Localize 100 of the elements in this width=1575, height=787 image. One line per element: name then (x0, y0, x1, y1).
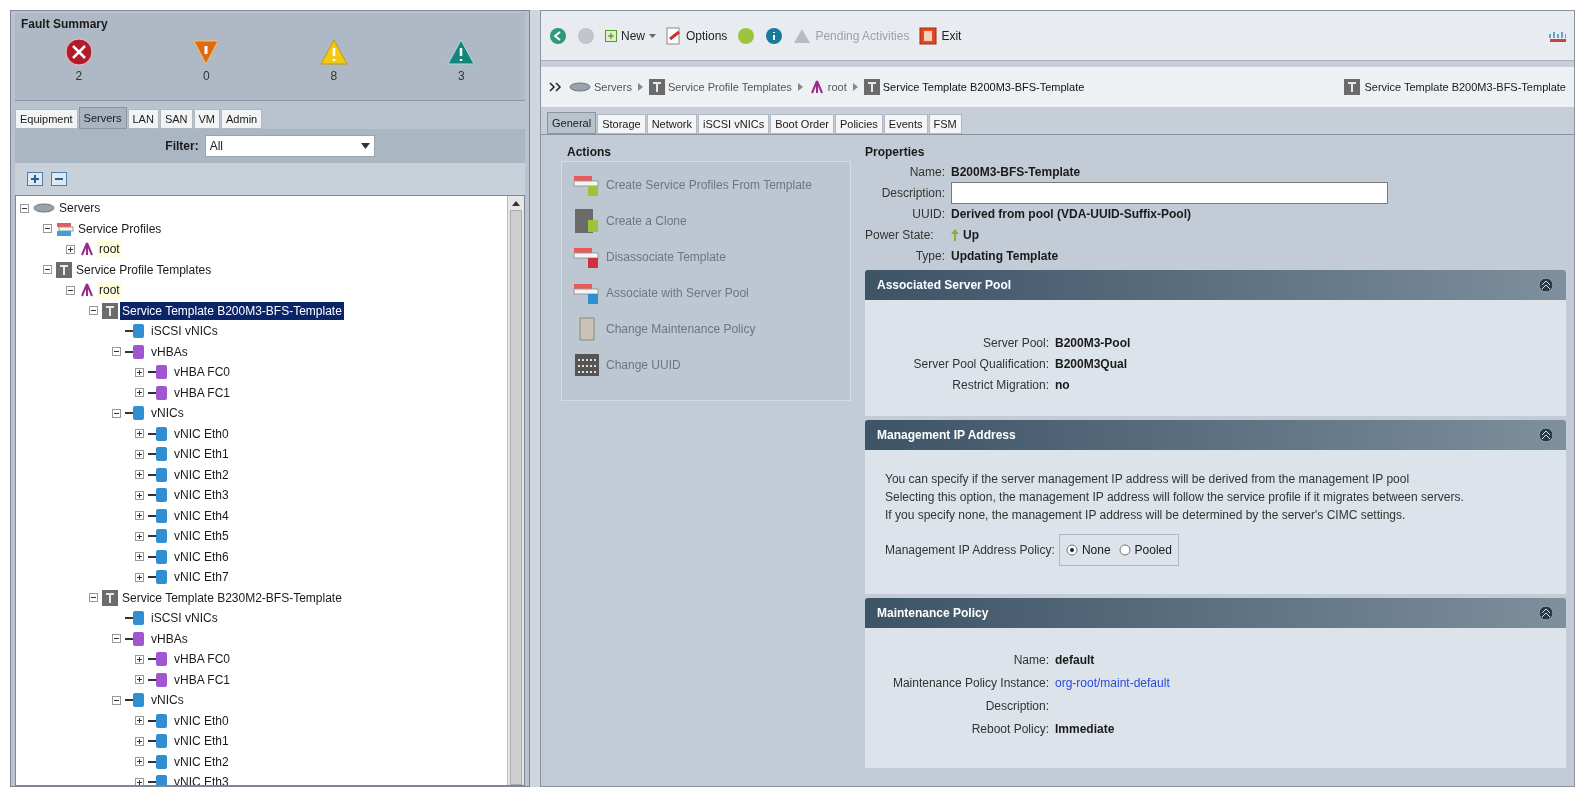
nav-tab[interactable]: VM (193, 109, 221, 129)
expand-icon[interactable] (66, 244, 75, 254)
toolbar-button[interactable]: Exit (919, 26, 962, 45)
breadcrumb-link[interactable]: Service Template B200M3-BFS-Template (863, 78, 1085, 96)
tree-item[interactable]: vNIC Eth0 (172, 711, 231, 730)
content-tab[interactable]: Policies (834, 114, 883, 134)
tree-item[interactable]: vNIC Eth0 (172, 424, 231, 443)
tree-item[interactable]: Service Template B230M2-BFS-Template (120, 588, 344, 607)
nav-tab[interactable]: SAN (159, 109, 193, 129)
tree-item[interactable]: vNIC Eth3 (172, 486, 231, 505)
expand-icon[interactable] (135, 449, 144, 459)
filter-dropdown[interactable]: All (204, 135, 375, 157)
expand-icon[interactable] (135, 675, 144, 685)
content-tab[interactable]: FSM (928, 114, 962, 134)
collapse-section-icon[interactable] (1538, 605, 1554, 621)
content-tab[interactable]: Boot Order (770, 114, 834, 134)
breadcrumb-link[interactable]: Servers (569, 78, 632, 96)
tree-item[interactable]: vHBA FC0 (172, 650, 232, 669)
tree-item[interactable]: vHBAs (149, 342, 190, 361)
field-label: Name: (1012, 651, 1050, 669)
content-tab[interactable]: iSCSI vNICs (698, 114, 770, 134)
collapse-section-icon[interactable] (1538, 277, 1554, 293)
filter-label: Filter: (165, 138, 199, 155)
policy-link[interactable]: org-root/maint-default (1055, 673, 1170, 692)
tree-item[interactable]: root (97, 281, 122, 300)
expand-icon[interactable] (135, 367, 144, 377)
tree-item[interactable]: vNIC Eth2 (172, 465, 231, 484)
tree-item[interactable]: iSCSI vNICs (149, 322, 220, 341)
tree-item[interactable]: vHBAs (149, 629, 190, 648)
toolbar-button[interactable]: New (605, 26, 656, 45)
org-tree-icon (79, 241, 95, 258)
expand-all-icon[interactable] (27, 172, 43, 186)
collapse-all-icon[interactable] (51, 172, 67, 186)
collapse-icon[interactable] (20, 203, 29, 213)
toolbar-button[interactable] (549, 26, 567, 45)
collapse-icon[interactable] (43, 265, 52, 275)
collapse-icon[interactable] (66, 285, 75, 295)
tree-item[interactable]: vHBA FC1 (172, 383, 232, 402)
tree-item[interactable]: vHBA FC1 (172, 670, 232, 689)
expand-icon[interactable] (135, 736, 144, 746)
expand-icon[interactable] (135, 429, 144, 439)
expand-icon[interactable] (135, 531, 144, 541)
tree-item[interactable]: Service Profile Templates (74, 260, 214, 279)
expand-icon[interactable] (135, 388, 144, 398)
collapse-icon[interactable] (112, 347, 121, 357)
tree-item[interactable]: Service Template B200M3-BFS-Template (120, 301, 344, 320)
nav-tab[interactable]: Equipment (15, 109, 78, 129)
template-icon (648, 79, 665, 95)
expand-icon[interactable] (135, 777, 144, 785)
tree-item[interactable]: vNIC Eth7 (172, 568, 231, 587)
network-adapter-icon (148, 466, 170, 483)
tree-item[interactable]: Servers (57, 199, 103, 218)
tree-item[interactable]: root (97, 240, 122, 259)
collapse-icon[interactable] (112, 634, 121, 644)
expand-icon[interactable] (135, 716, 144, 726)
expand-icon[interactable] (135, 490, 144, 500)
content-tab[interactable]: Storage (597, 114, 646, 134)
expand-icon[interactable] (135, 470, 144, 480)
nav-tab[interactable]: Servers (78, 107, 127, 129)
nav-tab[interactable]: Admin (221, 109, 263, 129)
radio-empty-icon[interactable] (1118, 544, 1131, 556)
expand-icon[interactable] (135, 552, 144, 562)
collapse-icon[interactable] (43, 224, 52, 234)
tree-item[interactable]: iSCSI vNICs (149, 609, 220, 628)
tree-item[interactable]: vNIC Eth6 (172, 547, 231, 566)
radio-option[interactable]: None (1065, 541, 1111, 559)
breadcrumb-link[interactable]: Service Profile Templates (648, 78, 792, 96)
collapse-icon[interactable] (112, 695, 121, 705)
description-field[interactable] (951, 181, 1388, 204)
field-value: default (1055, 651, 1095, 669)
expand-icon[interactable] (135, 572, 144, 582)
tree-item[interactable]: Service Profiles (76, 219, 164, 238)
expand-icon[interactable] (135, 654, 144, 664)
tree-item[interactable]: vNIC Eth1 (172, 445, 231, 464)
tree-item[interactable]: vNICs (149, 404, 186, 423)
nav-tab[interactable]: LAN (127, 109, 159, 129)
section-title: Properties (865, 144, 926, 161)
content-tab[interactable]: Network (646, 114, 697, 134)
collapse-icon[interactable] (89, 306, 98, 316)
content-tab[interactable]: Events (883, 114, 928, 134)
network-adapter-icon (148, 425, 170, 442)
breadcrumb-link[interactable]: root (808, 78, 847, 96)
expand-icon[interactable] (135, 757, 144, 767)
tree-item[interactable]: vNIC Eth1 (172, 732, 231, 751)
collapse-icon[interactable] (89, 593, 98, 603)
expand-icon[interactable] (135, 511, 144, 521)
collapse-section-icon[interactable] (1538, 427, 1554, 443)
toolbar-button[interactable] (765, 26, 784, 45)
tree-item[interactable]: vNIC Eth5 (172, 527, 231, 546)
collapse-icon[interactable] (112, 408, 121, 418)
toolbar-button[interactable]: Options (666, 26, 728, 45)
scrollbar[interactable] (507, 196, 524, 785)
content-tab[interactable]: General (547, 112, 597, 134)
network-adapter-icon (148, 507, 170, 524)
tree-item[interactable]: vNIC Eth2 (172, 752, 231, 771)
tree-item[interactable]: vNICs (149, 691, 186, 710)
radio-option[interactable]: Pooled (1118, 541, 1172, 559)
radio-selected-icon[interactable] (1065, 544, 1078, 556)
tree-item[interactable]: vHBA FC0 (172, 363, 232, 382)
tree-item[interactable]: vNIC Eth4 (172, 506, 231, 525)
